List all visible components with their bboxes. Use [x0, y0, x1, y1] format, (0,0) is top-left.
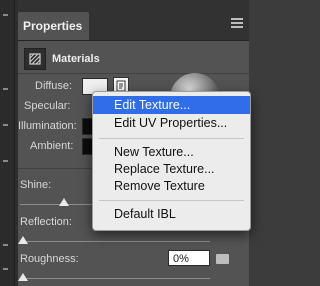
roughness-label: Roughness:: [20, 253, 79, 265]
texture-context-menu: Edit Texture... Edit UV Properties... Ne…: [92, 91, 251, 231]
diffuse-label: Diffuse:: [35, 80, 73, 92]
menu-separator: [99, 200, 244, 201]
menu-item-edit-texture[interactable]: Edit Texture...: [93, 96, 250, 114]
tool-icon[interactable]: [3, 268, 8, 270]
menu-item-new-texture[interactable]: New Texture...: [93, 143, 250, 161]
specular-label: Specular:: [24, 100, 71, 112]
tools-strip: [0, 0, 15, 286]
divider: [18, 73, 249, 74]
panel-title: Properties: [23, 19, 83, 33]
menu-item-default-ibl[interactable]: Default IBL: [93, 205, 250, 223]
materials-icon[interactable]: [24, 48, 46, 70]
shine-slider-knob[interactable]: [59, 198, 69, 206]
folder-icon[interactable]: [216, 254, 229, 264]
reflection-slider-knob[interactable]: [18, 236, 28, 244]
roughness-input[interactable]: 0%: [168, 250, 210, 266]
tool-icon[interactable]: [3, 124, 8, 126]
menu-separator: [99, 138, 244, 139]
reflection-label: Reflection:: [20, 216, 72, 228]
shine-slider-track[interactable]: [20, 204, 92, 205]
shine-label: Shine:: [20, 179, 52, 191]
ambient-label: Ambient:: [30, 140, 74, 152]
menu-item-remove-texture[interactable]: Remove Texture: [93, 177, 250, 195]
menu-item-edit-uv-properties[interactable]: Edit UV Properties...: [93, 114, 250, 132]
panel-menu-icon[interactable]: [231, 18, 243, 28]
reflection-slider-track[interactable]: [20, 241, 210, 242]
tool-icon[interactable]: [3, 160, 8, 162]
materials-title: Materials: [52, 53, 100, 65]
menu-item-replace-texture[interactable]: Replace Texture...: [93, 160, 250, 178]
tool-icon[interactable]: [3, 244, 8, 246]
illumination-label: Illumination:: [18, 120, 77, 132]
roughness-slider-knob[interactable]: [18, 273, 28, 281]
tool-icon[interactable]: [3, 88, 8, 90]
roughness-slider-track[interactable]: [20, 278, 210, 279]
tool-icon[interactable]: [3, 14, 8, 16]
